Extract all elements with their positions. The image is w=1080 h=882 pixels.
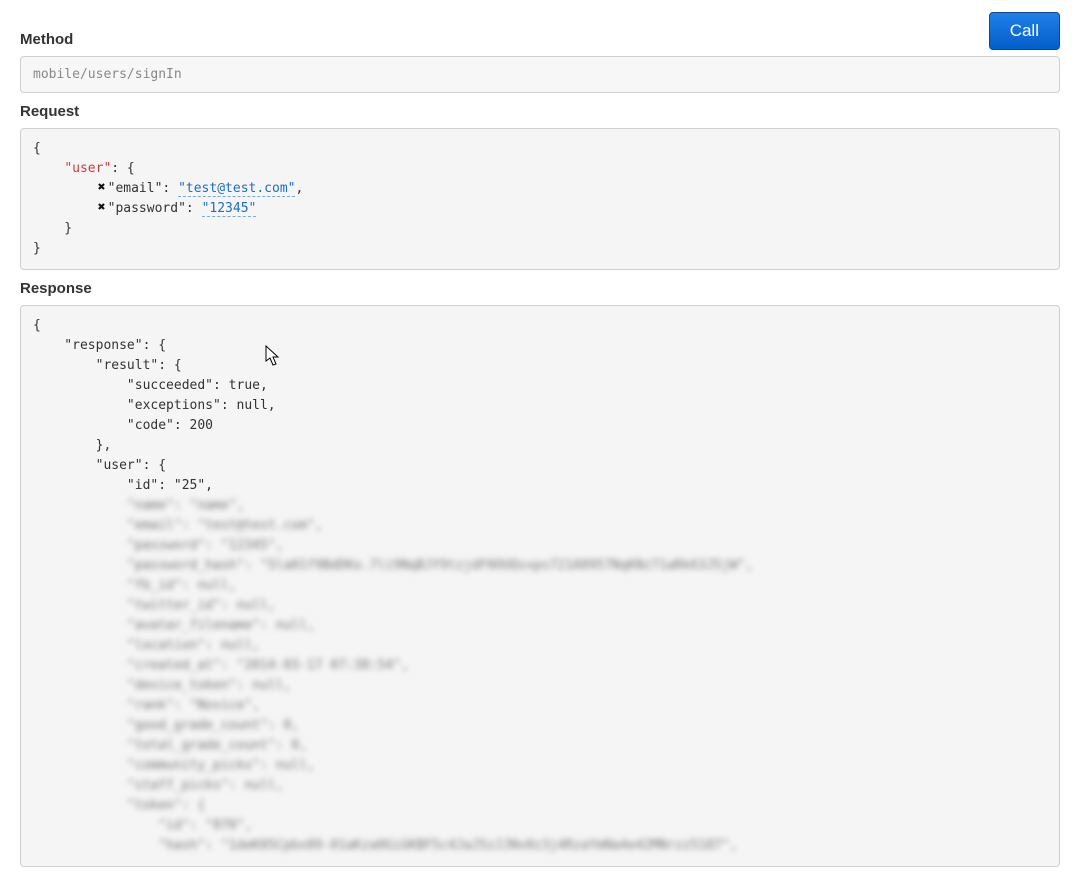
method-label: Method bbox=[20, 31, 73, 48]
request-field-value[interactable]: "test@test.com" bbox=[178, 181, 295, 197]
request-panel[interactable]: { "user": { ✖"email": "test@test.com", ✖… bbox=[20, 128, 1060, 270]
response-panel[interactable]: { "response": { "result": { "succeeded":… bbox=[20, 305, 1060, 867]
request-field-value[interactable]: "12345" bbox=[202, 201, 257, 217]
request-field-key: "email" bbox=[108, 181, 163, 196]
response-code-blurred: "name": "name", "email": "test@test.com"… bbox=[33, 496, 1047, 856]
remove-field-icon[interactable]: ✖ bbox=[96, 178, 108, 198]
request-code: { "user": { ✖"email": "test@test.com", ✖… bbox=[33, 139, 1047, 259]
request-field-key: "password" bbox=[108, 201, 186, 216]
method-input[interactable]: mobile/users/signIn bbox=[20, 56, 1060, 93]
request-label: Request bbox=[20, 103, 1060, 120]
response-label: Response bbox=[20, 280, 1060, 297]
call-button[interactable]: Call bbox=[989, 12, 1060, 50]
remove-field-icon[interactable]: ✖ bbox=[96, 198, 108, 218]
request-root-key: "user" bbox=[64, 161, 111, 176]
response-code-clear: { "response": { "result": { "succeeded":… bbox=[33, 316, 1047, 496]
